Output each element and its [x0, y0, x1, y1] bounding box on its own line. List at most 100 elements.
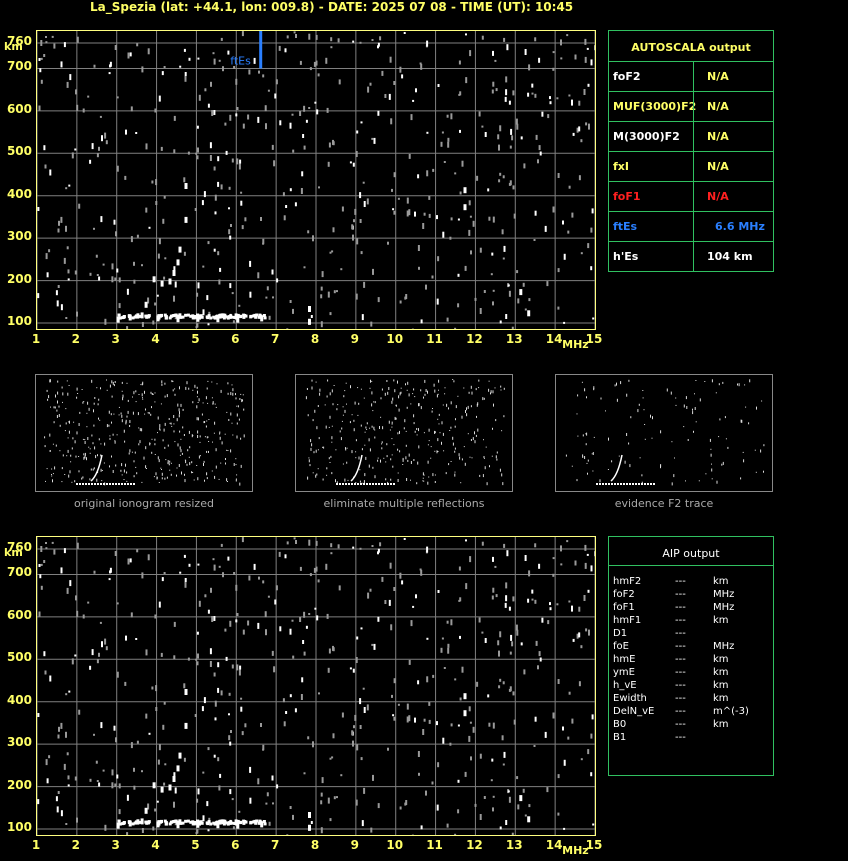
thumb-dot — [157, 416, 159, 420]
thumb-dot — [88, 407, 90, 411]
noise-dot — [303, 772, 306, 775]
thumb-dot — [194, 384, 196, 388]
thumb-dot — [381, 388, 383, 391]
thumb-trace — [644, 483, 646, 485]
thumb-dot — [422, 472, 424, 476]
thumb-dot — [191, 434, 193, 438]
noise-dot — [66, 752, 69, 756]
noise-dot — [351, 730, 354, 736]
noise-dot — [74, 776, 77, 781]
thumb-dot — [197, 402, 199, 403]
noise-dot — [567, 230, 570, 234]
noise-dot — [464, 771, 467, 777]
aip-param-name: D1 — [613, 628, 628, 639]
aip-param-value: --- — [675, 732, 686, 743]
noise-dot — [578, 126, 581, 132]
thumb-dot — [425, 389, 427, 392]
thumb-dot — [331, 425, 333, 427]
thumb-dot — [413, 388, 415, 391]
thumb-dot — [196, 465, 198, 466]
noise-dot — [295, 540, 297, 544]
noise-dot — [116, 96, 119, 99]
thumb-dot — [314, 409, 316, 413]
thumb-dot — [143, 456, 145, 460]
noise-dot — [330, 543, 333, 548]
thumb-dot — [125, 463, 126, 467]
thumb-dot — [493, 403, 494, 407]
noise-dot — [126, 288, 129, 295]
thumb-trace — [112, 483, 114, 485]
noise-dot — [163, 66, 166, 68]
trace-point — [260, 821, 264, 828]
noise-dot — [152, 320, 155, 325]
noise-dot — [238, 810, 241, 813]
thumb-dot — [226, 449, 228, 451]
aip-param-unit: km — [713, 680, 729, 691]
noise-dot — [524, 308, 527, 311]
thumb-dot — [478, 379, 480, 382]
noise-dot — [57, 228, 60, 233]
thumb-dot — [637, 409, 639, 413]
noise-dot — [220, 690, 223, 696]
noise-dot — [426, 40, 429, 47]
thumb-dot — [236, 413, 238, 417]
thumb-dot — [135, 390, 137, 393]
thumb-dot — [361, 448, 363, 451]
thumb-dot — [671, 482, 673, 486]
thumb-trace — [336, 483, 338, 485]
noise-dot — [74, 270, 77, 275]
trace-point — [196, 315, 200, 322]
trace-point — [308, 306, 311, 312]
thumb-dot — [93, 409, 94, 413]
thumb-dot — [600, 397, 602, 400]
thumb-dot — [155, 472, 157, 476]
noise-dot — [136, 740, 139, 744]
thumb-trace — [647, 483, 649, 485]
thumb-dot — [416, 434, 418, 436]
thumb-dot — [204, 479, 205, 482]
thumb-dot — [87, 437, 89, 440]
thumb-dot — [366, 428, 368, 430]
noise-dot — [403, 32, 406, 34]
thumb-dot — [414, 430, 416, 433]
noise-dot — [289, 806, 292, 809]
noise-dot — [207, 323, 210, 326]
thumb-dot — [240, 464, 242, 468]
noise-dot — [428, 701, 431, 706]
thumb-dot — [317, 449, 319, 451]
thumb-dot — [571, 465, 573, 467]
thumb-dot — [235, 464, 237, 466]
noise-dot — [318, 186, 320, 189]
noise-dot — [224, 628, 227, 632]
noise-dot — [356, 636, 359, 640]
noise-dot — [274, 599, 277, 605]
noise-dot — [299, 617, 302, 622]
noise-dot — [283, 215, 286, 221]
thumb-dot — [329, 462, 331, 463]
noise-dot — [291, 113, 294, 116]
noise-dot — [68, 184, 71, 187]
trace-point — [519, 795, 523, 802]
aip-row: DelN_vE --- m^(-3) — [613, 705, 769, 718]
thumb-trace — [387, 483, 389, 485]
noise-dot — [459, 697, 462, 701]
noise-dot — [377, 616, 380, 622]
thumb-dot — [336, 408, 338, 411]
noise-dot — [393, 678, 396, 684]
thumb-dot — [423, 396, 424, 399]
thumb-dot — [346, 447, 348, 449]
noise-dot — [305, 119, 308, 123]
noise-dot — [233, 572, 236, 575]
aip-param-name: hmF2 — [613, 576, 642, 587]
thumb-dot — [434, 389, 436, 393]
noise-dot — [276, 784, 279, 789]
thumb-dot — [710, 448, 712, 450]
thumb-dot — [450, 461, 452, 462]
noise-dot — [590, 59, 593, 66]
noise-dot — [40, 57, 43, 60]
thumb-dot — [500, 385, 502, 388]
noise-dot — [173, 655, 176, 660]
noise-dot — [241, 731, 244, 736]
noise-dot — [154, 614, 157, 619]
noise-dot — [147, 554, 150, 561]
